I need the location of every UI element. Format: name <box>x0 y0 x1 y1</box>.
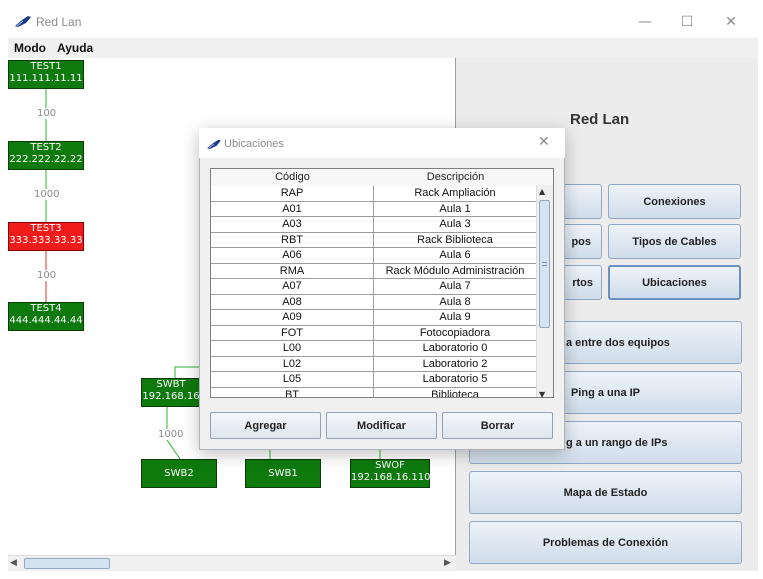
node-name: TEST2 <box>30 142 62 153</box>
column-header-descripcion[interactable]: Descripción <box>374 169 538 187</box>
cell-codigo: RMA <box>211 263 374 279</box>
node-ip: 192.168.16 <box>142 391 200 402</box>
scroll-right-arrow-icon[interactable]: ▶ <box>444 558 451 568</box>
menu-modo[interactable]: Modo <box>14 41 46 55</box>
grip-icon <box>542 262 547 263</box>
table-row[interactable]: A07 Aula 7 <box>211 279 537 295</box>
node-ip: 444.444.44.44 <box>9 315 83 326</box>
tipos-cables-button[interactable]: Tipos de Cables <box>608 224 741 259</box>
mapa-estado-button[interactable]: Mapa de Estado <box>469 471 742 514</box>
cell-descripcion: Laboratorio 0 <box>374 341 537 357</box>
scroll-down-arrow-icon[interactable]: ▼ <box>539 390 545 399</box>
table-row[interactable]: A09 Aula 9 <box>211 310 537 326</box>
cell-descripcion: Fotocopiadora <box>374 325 537 341</box>
cell-descripcion: Aula 8 <box>374 294 537 310</box>
grip-icon <box>542 265 547 266</box>
cell-codigo: A07 <box>211 279 374 295</box>
table-row[interactable]: L02 Laboratorio 2 <box>211 356 537 372</box>
node-name: SWOF <box>375 460 405 471</box>
cell-descripcion: Rack Biblioteca <box>374 232 537 248</box>
maximize-button[interactable]: ☐ <box>670 10 704 34</box>
cell-codigo: BT <box>211 387 374 397</box>
table-row[interactable]: A03 Aula 3 <box>211 217 537 233</box>
node-ip: 192.168.16.110 <box>351 472 431 483</box>
scroll-left-arrow-icon[interactable]: ◀ <box>10 558 17 568</box>
cell-descripcion: Rack Ampliación <box>374 186 537 202</box>
cell-descripcion: Laboratorio 2 <box>374 356 537 372</box>
cell-codigo: A08 <box>211 294 374 310</box>
ubicaciones-table: Código Descripción RAP Rack Ampliación A01… <box>210 168 554 398</box>
conexiones-button[interactable]: Conexiones <box>608 184 741 219</box>
ubicaciones-button[interactable]: Ubicaciones <box>608 265 741 300</box>
column-header-codigo[interactable]: Código <box>211 169 375 187</box>
node-test4[interactable]: TEST4 444.444.44.44 <box>8 302 84 331</box>
node-name: SWB1 <box>268 468 298 479</box>
link-label: 100 <box>37 270 57 281</box>
panel-title: Red Lan <box>570 111 630 128</box>
cell-descripcion: Aula 1 <box>374 201 537 217</box>
cell-descripcion: Rack Módulo Administración <box>374 263 537 279</box>
cell-descripcion: Laboratorio 5 <box>374 372 537 388</box>
node-test1[interactable]: TEST1 111.111.11.11 <box>8 60 84 89</box>
table-row[interactable]: A06 Aula 6 <box>211 248 537 264</box>
cell-codigo: A06 <box>211 248 374 264</box>
cell-descripcion: Aula 7 <box>374 279 537 295</box>
menu-bar <box>8 38 758 58</box>
table-row[interactable]: RAP Rack Ampliación <box>211 186 537 202</box>
agregar-button[interactable]: Agregar <box>210 412 321 439</box>
node-swb2[interactable]: SWB2 <box>141 459 217 488</box>
cell-codigo: RBT <box>211 232 374 248</box>
problemas-conexion-button[interactable]: Problemas de Conexión <box>469 521 742 564</box>
cell-descripcion: Aula 6 <box>374 248 537 264</box>
table-row[interactable]: FOT Fotocopiadora <box>211 325 537 341</box>
node-test2[interactable]: TEST2 222.222.22.22 <box>8 141 84 170</box>
node-test3[interactable]: TEST3 333.333.33.33 <box>8 222 84 251</box>
node-name: TEST4 <box>30 303 62 314</box>
link-label: 1000 <box>34 189 60 200</box>
app-icon <box>15 16 31 27</box>
scrollbar-thumb[interactable] <box>24 558 110 569</box>
node-swb1[interactable]: SWB1 <box>245 459 321 488</box>
node-ip: 333.333.33.33 <box>9 235 83 246</box>
dialog-close-button[interactable]: ✕ <box>538 134 550 150</box>
window-title: Red Lan <box>36 15 82 29</box>
dialog-title: Ubicaciones <box>224 138 284 150</box>
node-name: TEST3 <box>30 223 62 234</box>
cell-descripcion: Aula 9 <box>374 310 537 326</box>
node-swof[interactable]: SWOF 192.168.16.110 <box>350 459 431 488</box>
node-name: TEST1 <box>30 61 62 72</box>
cell-codigo: L05 <box>211 372 374 388</box>
cell-codigo: A01 <box>211 201 374 217</box>
node-name: SWBT <box>156 379 186 390</box>
cell-codigo: A03 <box>211 217 374 233</box>
table-row[interactable]: A01 Aula 1 <box>211 201 537 217</box>
cell-descripcion: Biblioteca <box>374 387 537 397</box>
close-button[interactable]: ✕ <box>714 10 748 34</box>
cell-codigo: FOT <box>211 325 374 341</box>
modificar-button[interactable]: Modificar <box>326 412 437 439</box>
node-swbt[interactable]: SWBT 192.168.16 <box>141 378 201 407</box>
cell-codigo: L00 <box>211 341 374 357</box>
node-name: SWB2 <box>164 468 194 479</box>
table-row[interactable]: A08 Aula 8 <box>211 294 537 310</box>
scrollbar-thumb[interactable] <box>539 200 550 328</box>
table-row[interactable]: RMA Rack Módulo Administración <box>211 263 537 279</box>
app-icon <box>207 139 221 150</box>
cell-codigo: RAP <box>211 186 374 202</box>
table-row[interactable]: BT Biblioteca <box>211 387 537 397</box>
cell-codigo: L02 <box>211 356 374 372</box>
link-label: 100 <box>37 108 57 119</box>
cell-descripcion: Aula 3 <box>374 217 537 233</box>
menu-ayuda[interactable]: Ayuda <box>57 41 93 55</box>
minimize-button[interactable]: — <box>628 10 662 34</box>
node-ip: 222.222.22.22 <box>9 154 83 165</box>
node-ip: 111.111.11.11 <box>9 73 83 84</box>
table-row[interactable]: L00 Laboratorio 0 <box>211 341 537 357</box>
table-row[interactable]: L05 Laboratorio 5 <box>211 372 537 388</box>
scroll-up-arrow-icon[interactable]: ▲ <box>539 187 545 196</box>
table-row[interactable]: RBT Rack Biblioteca <box>211 232 537 248</box>
borrar-button[interactable]: Borrar <box>442 412 553 439</box>
link-label: 1000 <box>158 429 184 440</box>
cell-codigo: A09 <box>211 310 374 326</box>
